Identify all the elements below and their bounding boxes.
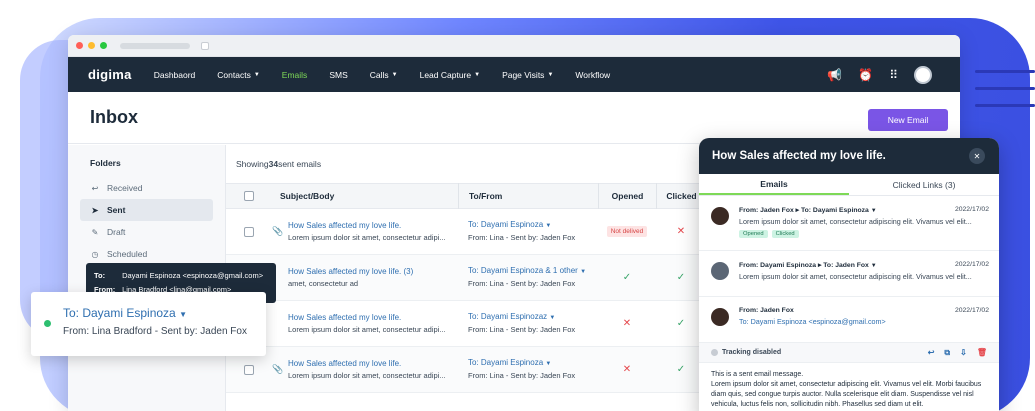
recipient-link[interactable]: To: Dayami Espinoza ▼ [468, 357, 598, 370]
nav-item-dashboard[interactable]: Dashbaord [154, 70, 196, 80]
cross-icon: ✕ [622, 318, 632, 329]
nav-item-calls[interactable]: Calls ▼ [370, 70, 398, 80]
check-icon: ✓ [622, 272, 632, 283]
folder-received[interactable]: ↩ Received [80, 177, 213, 199]
card-from: From: Lina Bradford - Sent by: Jaden Fox [63, 326, 247, 337]
copy-icon[interactable]: ⧉ [944, 348, 950, 358]
download-icon[interactable]: ⇩ [960, 348, 967, 358]
thread-message[interactable]: From: Dayami Espinoza ▸ To: Jaden Fox ▼ 2… [699, 251, 999, 297]
pencil-icon: ✎ [91, 227, 99, 237]
minimize-dot[interactable] [88, 42, 95, 49]
new-tab-icon[interactable] [201, 41, 209, 50]
col-to-from[interactable]: To/From [458, 183, 598, 209]
opened-tag: Opened [739, 230, 768, 238]
tracking-status: Tracking disabled ↩ ⧉ ⇩ 🗑 [699, 343, 999, 363]
sender-text: From: Lina - Sent by: Jaden Fox [468, 371, 576, 380]
opened-cell: ✓ [598, 272, 656, 283]
email-subject[interactable]: How Sales affected my love life. (3) [288, 266, 458, 278]
tab-clicked-links[interactable]: Clicked Links (3) [849, 174, 999, 195]
avatar [711, 308, 729, 326]
cross-icon: ✕ [676, 226, 686, 237]
user-avatar[interactable] [914, 65, 932, 84]
nav-item-page-visits[interactable]: Page Visits ▼ [502, 70, 553, 80]
megaphone-icon[interactable]: 📢 [827, 68, 842, 82]
sender-text: From: Lina - Sent by: Jaden Fox [468, 325, 576, 334]
panel-tabs: Emails Clicked Links (3) [699, 174, 999, 196]
check-icon: ✓ [676, 318, 686, 329]
col-opened[interactable]: Opened [598, 183, 656, 209]
sender-text: From: Lina - Sent by: Jaden Fox [468, 233, 576, 242]
folder-sent[interactable]: ➤ Sent [80, 199, 213, 221]
arrow-icon: ▸ [795, 207, 800, 214]
check-icon: ✓ [676, 364, 686, 375]
check-icon: ✓ [676, 272, 686, 283]
chevron-down-icon: ▼ [391, 71, 398, 78]
logo: digima [88, 67, 132, 82]
avatar [711, 207, 729, 225]
arrow-icon: ▸ [817, 262, 822, 269]
sender-text: From: Lina - Sent by: Jaden Fox [468, 279, 576, 288]
email-snippet: Lorem ipsum dolor sit amet, consectetur … [288, 370, 446, 380]
panel-title: How Sales affected my love life. [699, 138, 999, 174]
card-to[interactable]: To: Dayami Espinoza ▼ [63, 306, 266, 320]
recipient-link[interactable]: To: Dayami Espinoza ▼ [468, 219, 598, 232]
caret-down-icon: ▼ [179, 310, 187, 319]
select-all-checkbox[interactable] [244, 191, 254, 201]
alarm-clock-icon[interactable]: ⏰ [858, 68, 873, 82]
email-snippet: Lorem ipsum dolor sit amet, consectetur … [288, 324, 446, 334]
status-dot [44, 320, 51, 327]
nav-item-workflow[interactable]: Workflow [575, 70, 610, 80]
chevron-down-icon: ▼ [253, 71, 260, 78]
email-subject[interactable]: How Sales affected my love life. [288, 358, 458, 370]
recipient-card[interactable]: To: Dayami Espinoza ▼ From: Lina Bradfor… [31, 292, 266, 356]
address-bar[interactable] [120, 42, 190, 49]
email-thread-panel: How Sales affected my love life. ✕ Email… [699, 138, 999, 411]
cross-icon: ✕ [622, 364, 632, 375]
recipient-link[interactable]: To: Dayami Espinozaz ▼ [468, 311, 598, 324]
send-icon: ➤ [91, 205, 99, 215]
page-title: Inbox [90, 107, 138, 127]
email-body: This is a sent email message. Lorem ipsu… [711, 371, 982, 408]
email-snippet: Lorem ipsum dolor sit amet, consectetur … [288, 232, 446, 242]
tab-emails[interactable]: Emails [699, 174, 849, 195]
tracking-dot [711, 349, 718, 356]
trash-icon[interactable]: 🗑 [977, 348, 987, 358]
folder-draft[interactable]: ✎ Draft [80, 221, 213, 243]
opened-cell: ✕ [598, 318, 656, 329]
nav-item-emails[interactable]: Emails [282, 70, 308, 80]
clicked-tag: Clicked [771, 230, 799, 238]
recipient-link[interactable]: To: Dayami Espinoza & 1 other ▼ [468, 265, 598, 278]
reply-icon[interactable]: ↩ [928, 348, 935, 358]
page-header: Inbox [68, 92, 960, 144]
status-badge: Not delived [606, 226, 648, 237]
folder-scheduled[interactable]: ◷ Scheduled [80, 243, 213, 265]
nav-item-sms[interactable]: SMS [329, 70, 347, 80]
thread-message[interactable]: From: Jaden Fox ▸ To: Dayami Espinoza ▼ 2… [699, 196, 999, 251]
email-subject[interactable]: How Sales affected my love life. [288, 220, 458, 232]
chevron-down-icon: ▼ [547, 71, 554, 78]
top-nav: digima Dashbaord Contacts ▼ Emails SMS Ca… [68, 57, 960, 92]
browser-chrome [68, 35, 960, 57]
avatar [711, 262, 729, 280]
col-subject[interactable]: Subject/Body [272, 190, 458, 202]
clock-icon: ◷ [91, 249, 99, 259]
chevron-down-icon: ▼ [474, 71, 481, 78]
close-icon[interactable]: ✕ [969, 148, 985, 164]
nav-item-lead-capture[interactable]: Lead Capture ▼ [420, 70, 480, 80]
opened-cell: Not delived [598, 226, 656, 237]
nav-item-contacts[interactable]: Contacts ▼ [217, 70, 260, 80]
new-email-button[interactable]: New Email [868, 109, 948, 131]
row-checkbox[interactable] [244, 364, 254, 375]
row-checkbox[interactable] [244, 226, 254, 237]
close-dot[interactable] [76, 42, 83, 49]
reply-icon: ↩ [91, 183, 99, 193]
maximize-dot[interactable] [100, 42, 107, 49]
email-subject[interactable]: How Sales affected my love life. [288, 312, 458, 324]
folders-heading: Folders [90, 158, 121, 168]
email-snippet: amet, consectetur ad [288, 278, 359, 288]
apps-grid-icon[interactable]: ⠿ [889, 68, 898, 82]
thread-message[interactable]: From: Jaden Fox 2022/17/02 To: Dayami Esp… [699, 297, 999, 343]
decorative-lines [975, 70, 1035, 121]
opened-cell: ✕ [598, 364, 656, 375]
